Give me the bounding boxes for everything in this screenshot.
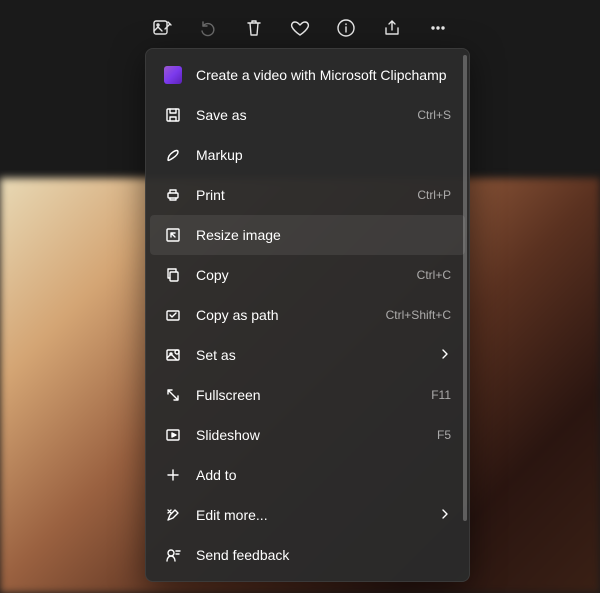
menu-item-label: Resize image	[196, 227, 451, 243]
menu-item-shortcut: Ctrl+S	[417, 108, 451, 122]
copy-path-icon	[164, 306, 182, 324]
menu-item-label: Fullscreen	[196, 387, 417, 403]
copy-icon	[164, 266, 182, 284]
menu-item-label: Edit more...	[196, 507, 425, 523]
feedback-icon	[164, 546, 182, 564]
toolbar	[0, 8, 600, 48]
menu-item-label: Save as	[196, 107, 403, 123]
undo-button[interactable]	[196, 16, 220, 40]
menu-item-add-to[interactable]: Add to	[150, 455, 465, 495]
clipchamp-icon	[164, 66, 182, 84]
menu-item-label: Set as	[196, 347, 425, 363]
info-button[interactable]	[334, 16, 358, 40]
overflow-menu: Create a video with Microsoft Clipchamp …	[145, 48, 470, 582]
chevron-right-icon	[439, 508, 451, 523]
menu-item-shortcut: Ctrl+C	[417, 268, 451, 282]
image-edit-button[interactable]	[150, 16, 174, 40]
print-icon	[164, 186, 182, 204]
menu-item-label: Add to	[196, 467, 451, 483]
menu-item-label: Slideshow	[196, 427, 423, 443]
markup-icon	[164, 146, 182, 164]
menu-item-copy[interactable]: Copy Ctrl+C	[150, 255, 465, 295]
menu-item-edit-more[interactable]: Edit more...	[150, 495, 465, 535]
menu-item-markup[interactable]: Markup	[150, 135, 465, 175]
menu-item-label: Create a video with Microsoft Clipchamp	[196, 67, 451, 83]
menu-item-clipchamp[interactable]: Create a video with Microsoft Clipchamp	[150, 55, 465, 95]
menu-item-set-as[interactable]: Set as	[150, 335, 465, 375]
menu-item-label: Copy	[196, 267, 403, 283]
menu-item-copy-as-path[interactable]: Copy as path Ctrl+Shift+C	[150, 295, 465, 335]
resize-icon	[164, 226, 182, 244]
menu-item-shortcut: Ctrl+P	[417, 188, 451, 202]
menu-item-shortcut: F11	[431, 388, 451, 402]
menu-item-save-as[interactable]: Save as Ctrl+S	[150, 95, 465, 135]
menu-scrollbar[interactable]	[463, 55, 467, 521]
menu-item-resize-image[interactable]: Resize image	[150, 215, 465, 255]
save-icon	[164, 106, 182, 124]
delete-button[interactable]	[242, 16, 266, 40]
menu-item-print[interactable]: Print Ctrl+P	[150, 175, 465, 215]
menu-item-shortcut: Ctrl+Shift+C	[386, 308, 451, 322]
chevron-right-icon	[439, 348, 451, 363]
favorite-button[interactable]	[288, 16, 312, 40]
menu-item-shortcut: F5	[437, 428, 451, 442]
menu-item-label: Print	[196, 187, 403, 203]
menu-item-send-feedback[interactable]: Send feedback	[150, 535, 465, 575]
menu-item-fullscreen[interactable]: Fullscreen F11	[150, 375, 465, 415]
edit-more-icon	[164, 506, 182, 524]
menu-item-label: Markup	[196, 147, 451, 163]
menu-item-label: Send feedback	[196, 547, 451, 563]
fullscreen-icon	[164, 386, 182, 404]
more-button[interactable]	[426, 16, 450, 40]
menu-item-label: Copy as path	[196, 307, 372, 323]
menu-item-slideshow[interactable]: Slideshow F5	[150, 415, 465, 455]
add-icon	[164, 466, 182, 484]
slideshow-icon	[164, 426, 182, 444]
set-as-icon	[164, 346, 182, 364]
share-button[interactable]	[380, 16, 404, 40]
